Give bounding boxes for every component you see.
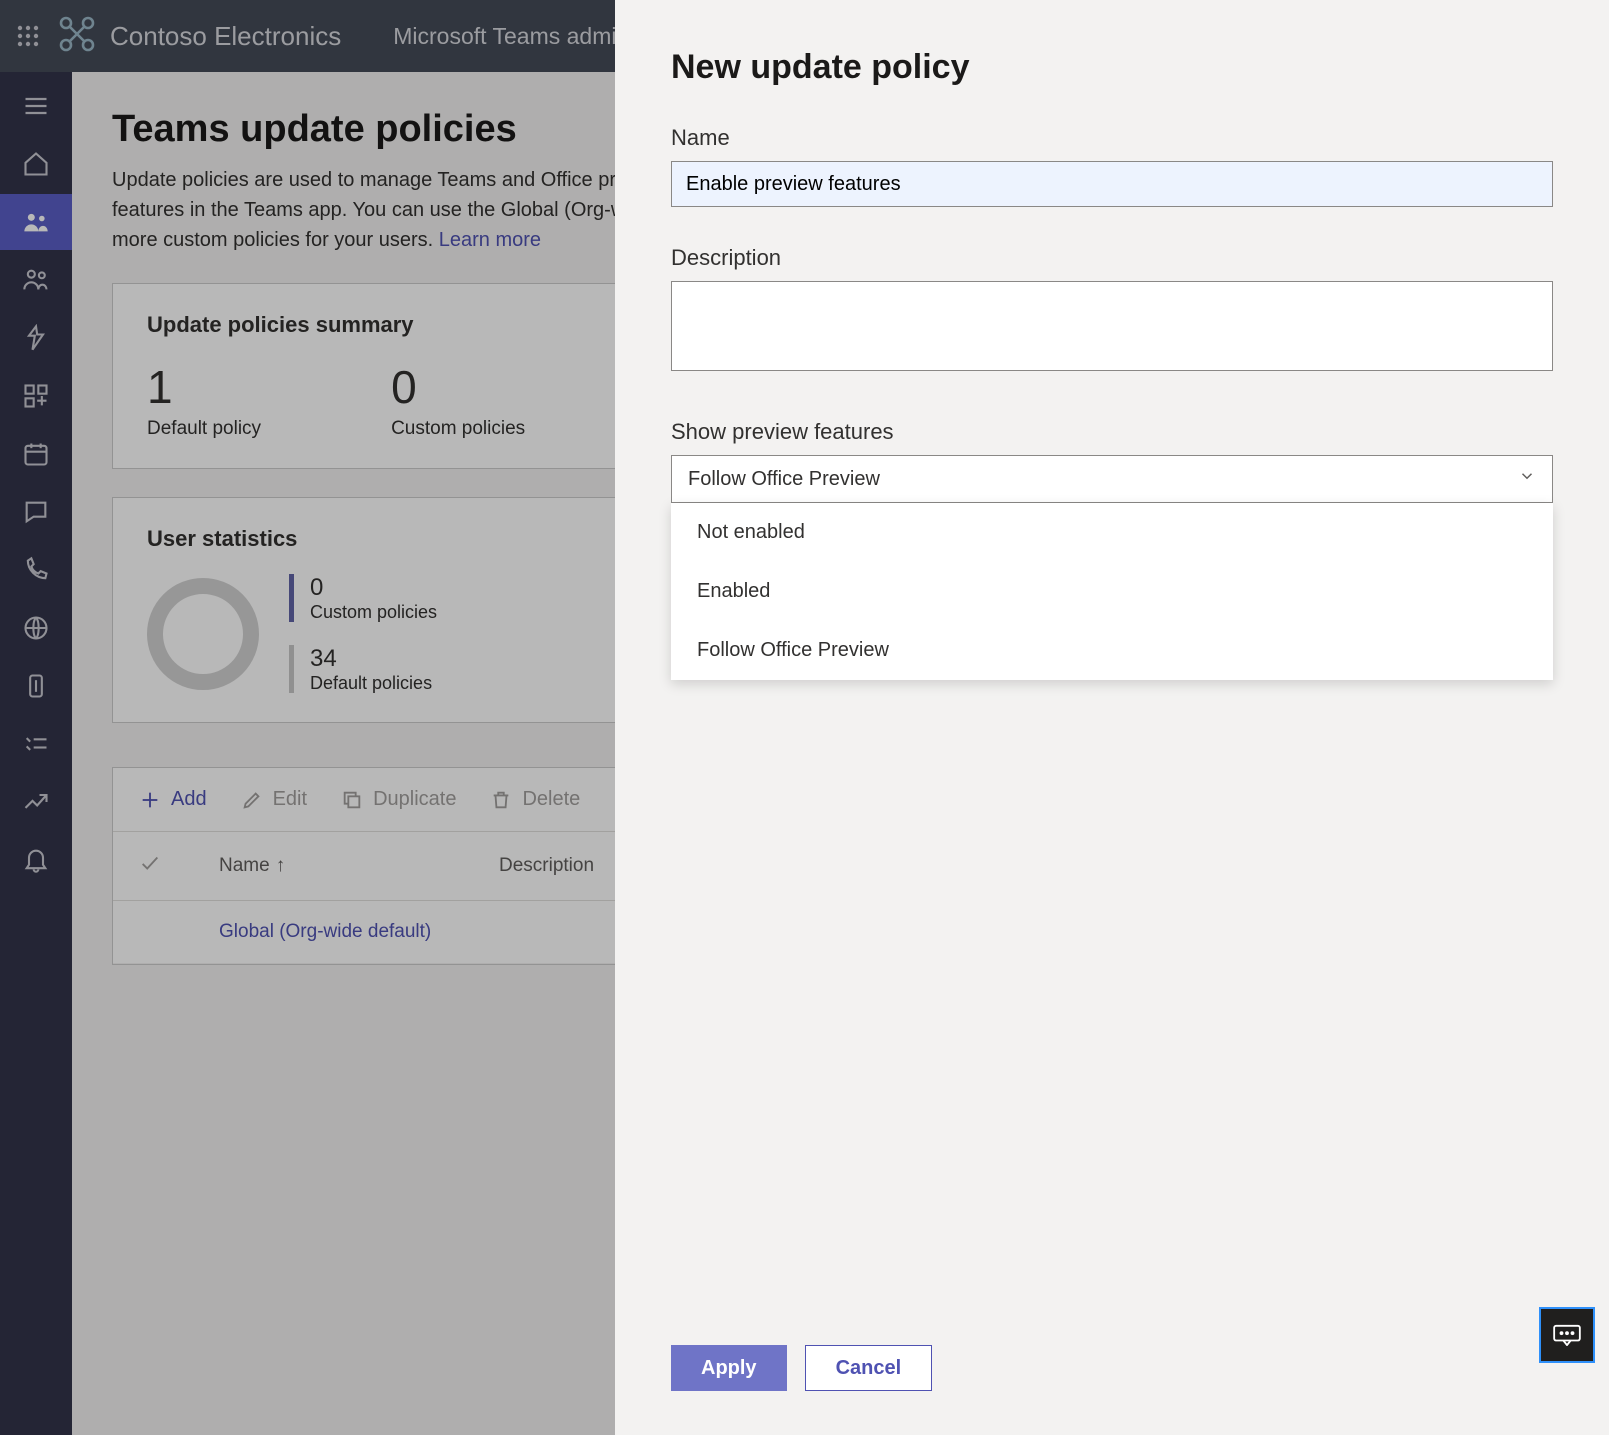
chat-icon [1552, 1324, 1582, 1346]
drone-logo-icon [58, 15, 96, 58]
custom-bar-icon [289, 574, 294, 622]
nav-locations-icon[interactable] [0, 600, 72, 656]
name-input[interactable] [671, 161, 1553, 207]
select-all-checkbox[interactable] [139, 852, 219, 880]
option-follow-office[interactable]: Follow Office Preview [671, 621, 1553, 680]
nav-home-icon[interactable] [0, 136, 72, 192]
custom-policy-count: 0 [391, 360, 525, 414]
chat-fab-button[interactable] [1539, 1307, 1595, 1363]
option-not-enabled[interactable]: Not enabled [671, 503, 1553, 562]
duplicate-button[interactable]: Duplicate [341, 788, 456, 811]
select-value: Follow Office Preview [688, 468, 880, 491]
nav-planning-icon[interactable] [0, 716, 72, 772]
user-default-label: Default policies [310, 673, 432, 694]
nav-notifications-icon[interactable] [0, 832, 72, 888]
apply-button[interactable]: Apply [671, 1345, 787, 1391]
nav-users-icon[interactable] [0, 252, 72, 308]
cancel-button[interactable]: Cancel [805, 1345, 933, 1391]
nav-apps-icon[interactable] [0, 368, 72, 424]
brand-logo-group[interactable]: Contoso Electronics [58, 15, 341, 58]
panel-title: New update policy [671, 48, 1553, 87]
edit-button[interactable]: Edit [241, 788, 307, 811]
waffle-icon[interactable] [16, 24, 40, 48]
nav-hamburger[interactable] [0, 78, 72, 134]
custom-policy-label: Custom policies [391, 418, 525, 440]
preview-select[interactable]: Follow Office Preview [671, 455, 1553, 503]
user-custom-count: 0 [310, 574, 437, 602]
col-name[interactable]: Name↑ [219, 855, 499, 877]
chevron-down-icon [1518, 467, 1536, 491]
select-label: Show preview features [671, 419, 1553, 445]
sort-up-icon: ↑ [276, 855, 286, 876]
left-nav-rail [0, 72, 72, 1435]
learn-more-link[interactable]: Learn more [439, 229, 541, 251]
user-custom-label: Custom policies [310, 602, 437, 623]
delete-button[interactable]: Delete [490, 788, 580, 811]
nav-meetings-icon[interactable] [0, 426, 72, 482]
nav-analytics-icon[interactable] [0, 774, 72, 830]
name-label: Name [671, 125, 1553, 151]
option-enabled[interactable]: Enabled [671, 562, 1553, 621]
default-bar-icon [289, 645, 294, 693]
description-input[interactable] [671, 281, 1553, 371]
preview-dropdown: Not enabled Enabled Follow Office Previe… [671, 503, 1553, 680]
nav-messaging-icon[interactable] [0, 484, 72, 540]
nav-voice-icon[interactable] [0, 542, 72, 598]
add-button[interactable]: Add [139, 788, 207, 811]
default-policy-label: Default policy [147, 418, 261, 440]
description-label: Description [671, 245, 1553, 271]
nav-devices-icon[interactable] [0, 310, 72, 366]
new-policy-panel: New update policy Name Description Show … [615, 0, 1609, 1435]
nav-teams-icon[interactable] [0, 194, 72, 250]
default-policy-count: 1 [147, 360, 261, 414]
brand-name: Contoso Electronics [110, 21, 341, 52]
user-default-count: 34 [310, 645, 432, 673]
nav-policy-icon[interactable] [0, 658, 72, 714]
row-name[interactable]: Global (Org-wide default) [219, 921, 499, 943]
user-stats-donut-icon [147, 578, 259, 690]
